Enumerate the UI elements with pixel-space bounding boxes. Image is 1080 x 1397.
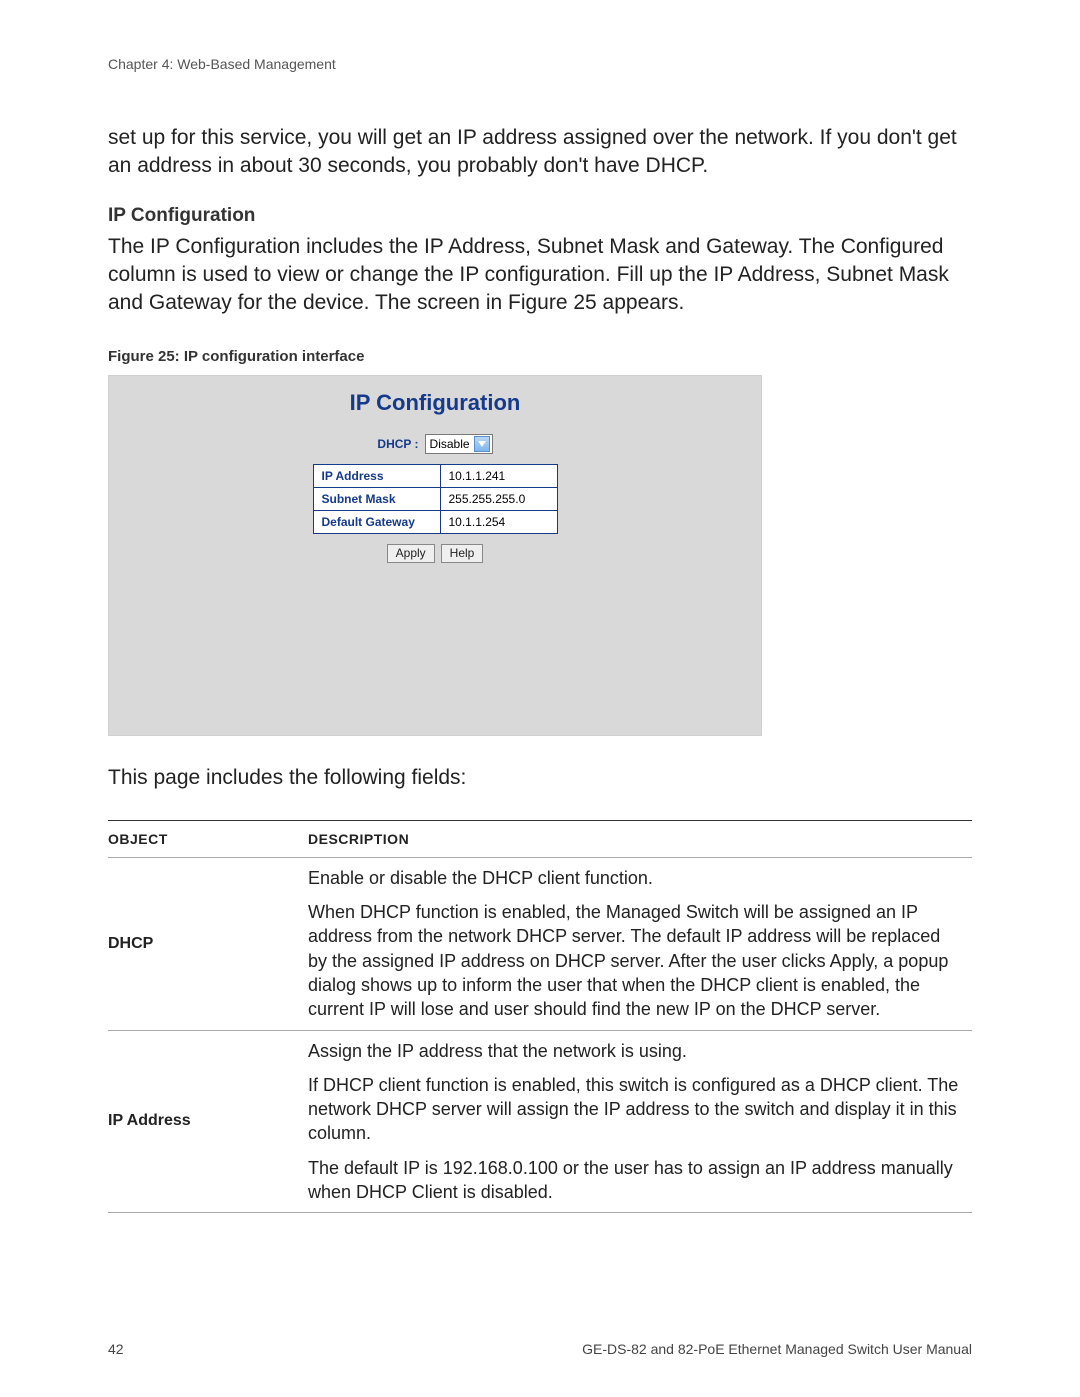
help-button[interactable]: Help: [441, 544, 484, 563]
table-row: Subnet Mask 255.255.255.0: [313, 487, 557, 510]
figure-button-row: Apply Help: [387, 544, 484, 563]
intro-paragraph: set up for this service, you will get an…: [108, 124, 972, 181]
table-header-row: Object Description: [108, 820, 972, 857]
ip-config-table: IP Address 10.1.1.241 Subnet Mask 255.25…: [313, 464, 558, 534]
object-cell-dhcp: DHCP: [108, 857, 308, 1030]
col-header-object: Object: [108, 820, 308, 857]
table-row: IP Address 10.1.1.241: [313, 464, 557, 487]
table-row: Default Gateway 10.1.1.254: [313, 510, 557, 533]
object-cell-ip-address: IP Address: [108, 1030, 308, 1213]
chapter-header: Chapter 4: Web-Based Management: [108, 56, 972, 72]
dhcp-select-value: Disable: [430, 437, 470, 451]
manual-title: GE-DS-82 and 82-PoE Ethernet Managed Swi…: [582, 1341, 972, 1357]
default-gateway-value[interactable]: 10.1.1.254: [440, 510, 557, 533]
desc-paragraph: Assign the IP address that the network i…: [308, 1039, 964, 1063]
subnet-mask-value[interactable]: 255.255.255.0: [440, 487, 557, 510]
ip-address-value[interactable]: 10.1.1.241: [440, 464, 557, 487]
desc-paragraph: When DHCP function is enabled, the Manag…: [308, 900, 964, 1021]
figure-frame: IP Configuration DHCP : Disable IP Addre…: [108, 375, 762, 736]
fields-table: Object Description DHCP Enable or disabl…: [108, 820, 972, 1214]
fields-intro: This page includes the following fields:: [108, 766, 972, 790]
dhcp-label: DHCP :: [377, 437, 418, 451]
default-gateway-label: Default Gateway: [313, 510, 440, 533]
apply-button[interactable]: Apply: [387, 544, 435, 563]
col-header-description: Description: [308, 820, 972, 857]
table-row: DHCP Enable or disable the DHCP client f…: [108, 857, 972, 1030]
figure-caption: Figure 25: IP configuration interface: [108, 348, 972, 365]
desc-paragraph: The default IP is 192.168.0.100 or the u…: [308, 1156, 964, 1205]
desc-paragraph: If DHCP client function is enabled, this…: [308, 1073, 964, 1146]
page-number: 42: [108, 1341, 124, 1357]
desc-paragraph: Enable or disable the DHCP client functi…: [308, 866, 964, 890]
page-footer: 42 GE-DS-82 and 82-PoE Ethernet Managed …: [108, 1341, 972, 1357]
dhcp-select[interactable]: Disable: [425, 434, 493, 454]
section-heading-ip-configuration: IP Configuration: [108, 205, 972, 227]
figure-title: IP Configuration: [350, 390, 521, 416]
document-page: Chapter 4: Web-Based Management set up f…: [0, 0, 1080, 1397]
dhcp-row: DHCP : Disable: [377, 434, 492, 454]
subnet-mask-label: Subnet Mask: [313, 487, 440, 510]
ip-address-label: IP Address: [313, 464, 440, 487]
description-cell-dhcp: Enable or disable the DHCP client functi…: [308, 857, 972, 1030]
ip-config-paragraph: The IP Configuration includes the IP Add…: [108, 233, 972, 318]
figure-content: IP Configuration DHCP : Disable IP Addre…: [109, 390, 761, 735]
table-row: IP Address Assign the IP address that th…: [108, 1030, 972, 1213]
description-cell-ip-address: Assign the IP address that the network i…: [308, 1030, 972, 1213]
chevron-down-icon: [474, 436, 490, 452]
